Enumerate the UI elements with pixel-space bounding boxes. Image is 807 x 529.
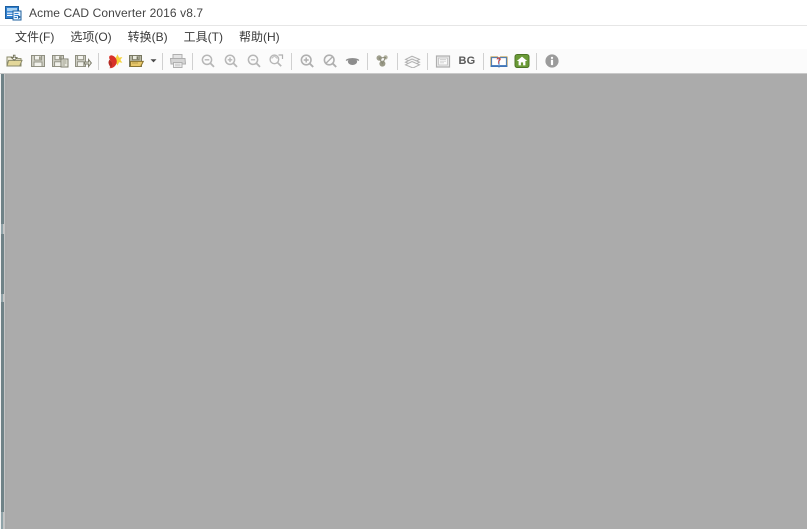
menu-file[interactable]: 文件(F) — [7, 28, 62, 47]
window-title: Acme CAD Converter 2016 v8.7 — [29, 5, 204, 20]
toolbar-separator — [192, 52, 193, 70]
zoom-extents-button[interactable] — [265, 50, 288, 72]
save-icon — [30, 53, 46, 69]
mdi-client-area[interactable] — [0, 74, 807, 529]
save-button[interactable] — [26, 50, 49, 72]
toolbar-separator — [291, 52, 292, 70]
background-color-button[interactable]: BG — [454, 50, 480, 72]
docked-panel-edge[interactable] — [0, 74, 7, 529]
batch-convert-icon — [128, 53, 145, 69]
zoom-realtime-button[interactable] — [295, 50, 318, 72]
info-button[interactable] — [540, 50, 563, 72]
measure-button[interactable] — [371, 50, 394, 72]
toolbar-separator — [427, 52, 428, 70]
menu-tools[interactable]: 工具(T) — [176, 28, 231, 47]
menu-convert[interactable]: 转换(B) — [120, 28, 176, 47]
zoom-previous-button[interactable] — [318, 50, 341, 72]
export-button[interactable] — [72, 50, 95, 72]
open-folder-icon — [6, 53, 23, 69]
panel-edge-segment — [1, 74, 4, 224]
toolbar: BG ? — [0, 49, 807, 74]
zoom-window-button[interactable] — [242, 50, 265, 72]
menu-bar: 文件(F) 选项(O) 转换(B) 工具(T) 帮助(H) — [0, 26, 807, 49]
batch-convert-dropdown[interactable] — [148, 50, 159, 72]
toolbar-separator — [367, 52, 368, 70]
open-file-button[interactable] — [3, 50, 26, 72]
title-bar: Acme CAD Converter 2016 v8.7 — [0, 0, 807, 26]
page-setup-button[interactable] — [431, 50, 454, 72]
print-button[interactable] — [166, 50, 189, 72]
chevron-down-icon — [149, 52, 158, 70]
menu-options[interactable]: 选项(O) — [62, 28, 119, 47]
help-button[interactable]: ? — [487, 50, 510, 72]
toolbar-separator — [397, 52, 398, 70]
zoom-out-icon — [200, 53, 216, 69]
menu-help[interactable]: 帮助(H) — [231, 28, 288, 47]
empty-workspace[interactable] — [7, 74, 807, 529]
toolbar-separator — [98, 52, 99, 70]
convert-to-pdf-button[interactable] — [102, 50, 125, 72]
info-icon — [544, 53, 560, 69]
pan-button[interactable] — [341, 50, 364, 72]
zoom-in-icon — [223, 53, 239, 69]
measure-icon — [374, 53, 391, 69]
svg-text:?: ? — [496, 56, 501, 65]
save-as-button[interactable] — [49, 50, 72, 72]
page-setup-icon — [435, 54, 451, 69]
layers-icon — [404, 54, 421, 68]
panel-edge-segment — [1, 302, 4, 512]
print-icon — [169, 53, 187, 69]
background-color-label: BG — [458, 55, 476, 67]
zoom-extents-icon — [268, 53, 285, 69]
help-book-icon: ? — [490, 53, 508, 69]
application-window: Acme CAD Converter 2016 v8.7 文件(F) 选项(O)… — [0, 0, 807, 529]
save-as-icon — [52, 53, 69, 69]
panel-edge-segment — [1, 234, 4, 294]
toolbar-separator — [483, 52, 484, 70]
export-icon — [75, 53, 92, 69]
toolbar-separator — [536, 52, 537, 70]
zoom-out-button[interactable] — [196, 50, 219, 72]
toolbar-separator — [162, 52, 163, 70]
home-icon — [514, 53, 530, 69]
batch-convert-button[interactable] — [125, 50, 148, 72]
zoom-realtime-icon — [299, 53, 315, 69]
pdf-icon — [105, 53, 123, 70]
cad-converter-icon — [5, 5, 22, 21]
home-button[interactable] — [510, 50, 533, 72]
zoom-previous-icon — [322, 53, 338, 69]
zoom-window-icon — [246, 53, 262, 69]
layers-button[interactable] — [401, 50, 424, 72]
zoom-in-button[interactable] — [219, 50, 242, 72]
pan-icon — [344, 54, 361, 68]
